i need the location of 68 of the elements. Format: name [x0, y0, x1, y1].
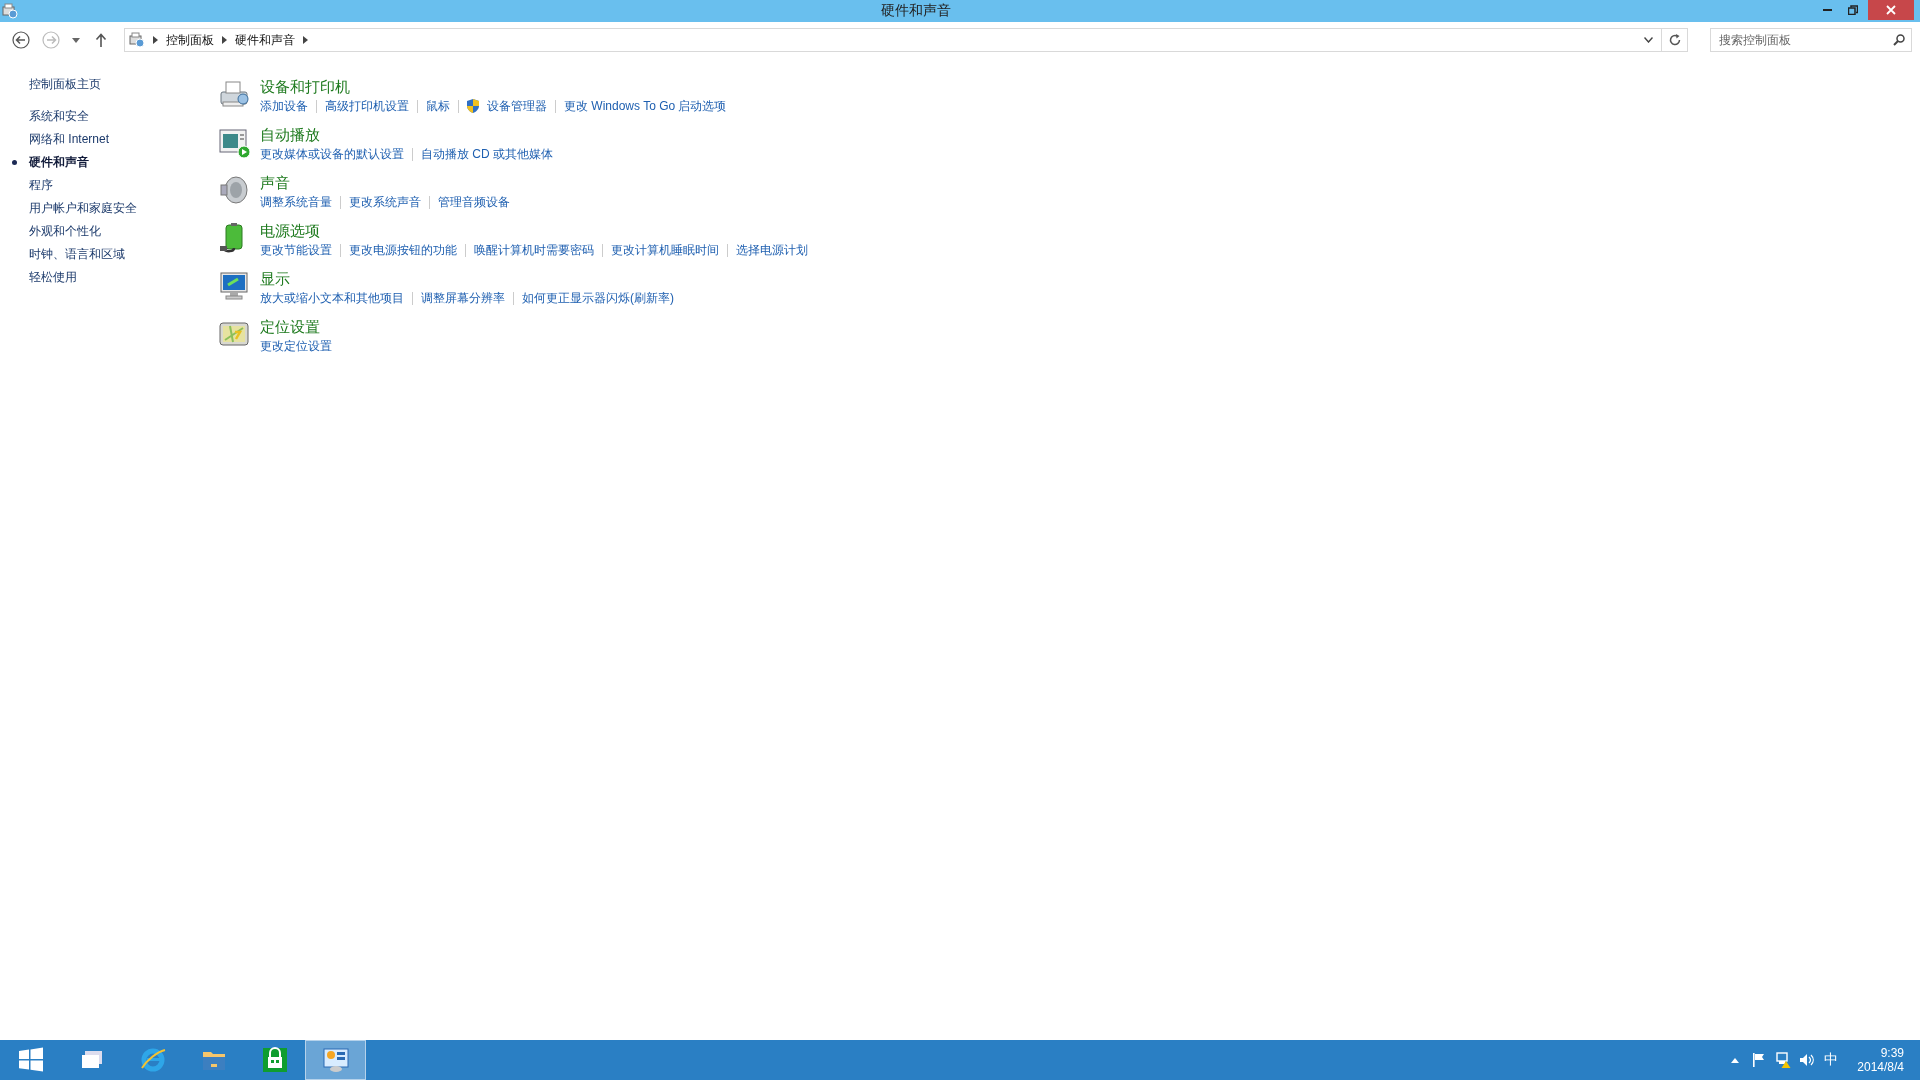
task-link[interactable]: 添加设备: [260, 98, 308, 114]
up-arrow-icon: [95, 33, 107, 47]
category-link[interactable]: 显示: [260, 270, 674, 288]
task-link[interactable]: 唤醒计算机时需要密码: [474, 242, 594, 258]
search-icon: [1893, 34, 1905, 46]
input-method-button[interactable]: 中: [1821, 1045, 1842, 1075]
clock[interactable]: 9:39 2014/8/4: [1853, 1046, 1908, 1074]
task-link[interactable]: 更改 Windows To Go 启动选项: [564, 98, 727, 114]
category-link[interactable]: 声音: [260, 174, 510, 192]
task-link[interactable]: 自动播放 CD 或其他媒体: [421, 146, 553, 162]
task-link[interactable]: 高级打印机设置: [325, 98, 409, 114]
window-title: 硬件和声音: [880, 2, 952, 20]
breadcrumb[interactable]: 控制面板: [166, 31, 214, 49]
control-panel-icon: [129, 32, 145, 48]
category-link[interactable]: 设备和打印机: [260, 78, 727, 96]
task-link[interactable]: 选择电源计划: [736, 242, 808, 258]
task-link[interactable]: 更改电源按钮的功能: [349, 242, 457, 258]
printer-icon: [218, 78, 250, 110]
network-warning-icon: [1775, 1052, 1792, 1068]
category-link[interactable]: 电源选项: [260, 222, 808, 240]
sidebar-item[interactable]: 时钟、语言和区域: [29, 246, 125, 263]
flag-icon: [1752, 1053, 1767, 1067]
category-link[interactable]: 自动播放: [260, 126, 553, 144]
speaker-icon: [218, 174, 250, 206]
minimize-icon: [1822, 9, 1832, 11]
chevron-icon: [153, 36, 158, 44]
task-link[interactable]: 管理音频设备: [438, 194, 510, 210]
task-link[interactable]: 更改系统声音: [349, 194, 421, 210]
close-icon: [1886, 5, 1896, 15]
sidebar-item[interactable]: 硬件和声音: [29, 154, 89, 171]
task-link[interactable]: 更改计算机睡眠时间: [611, 242, 719, 258]
sidebar-item[interactable]: 程序: [29, 177, 53, 194]
search-field[interactable]: 搜索控制面板: [1710, 28, 1912, 52]
control-panel-button[interactable]: [305, 1040, 366, 1080]
chevron-icon: [222, 36, 227, 44]
category-link[interactable]: 定位设置: [260, 318, 332, 336]
dropdown-icon: [1644, 37, 1653, 43]
autoplay-icon: [218, 126, 250, 158]
task-link[interactable]: 鼠标: [426, 98, 450, 114]
clock-date: 2014/8/4: [1857, 1060, 1904, 1074]
task-link[interactable]: 设备管理器: [487, 98, 547, 114]
sidebar-item[interactable]: 外观和个性化: [29, 223, 101, 240]
address-bar[interactable]: 控制面板 硬件和声音: [124, 28, 1688, 52]
task-link[interactable]: 更改定位设置: [260, 338, 332, 354]
sidebar-item[interactable]: 轻松使用: [29, 269, 77, 286]
task-link[interactable]: 放大或缩小文本和其他项目: [260, 290, 404, 306]
sidebar-item[interactable]: 网络和 Internet: [29, 131, 110, 148]
task-link[interactable]: 调整系统音量: [260, 194, 332, 210]
sidebar-item[interactable]: 用户帐户和家庭安全: [29, 200, 137, 217]
sidebar-item[interactable]: 系统和安全: [29, 108, 89, 125]
monitor-icon: [218, 270, 250, 302]
up-caret-icon: [1731, 1057, 1740, 1063]
breadcrumb[interactable]: 硬件和声音: [235, 31, 295, 49]
restore-icon: [1848, 5, 1858, 15]
task-link[interactable]: 如何更正显示器闪烁(刷新率): [522, 290, 674, 306]
speaker-icon: [1799, 1053, 1816, 1067]
chevron-icon: [303, 36, 308, 44]
task-link[interactable]: 更改节能设置: [260, 242, 332, 258]
clock-time: 9:39: [1880, 1046, 1904, 1060]
task-link[interactable]: 更改媒体或设备的默认设置: [260, 146, 404, 162]
control-panel-icon: [2, 3, 18, 19]
control-panel-icon: [321, 1046, 350, 1074]
close-button[interactable]: [1868, 0, 1914, 20]
windows-logo-icon: [16, 1046, 45, 1074]
sidebar-link[interactable]: 控制面板主页: [29, 76, 212, 93]
task-link[interactable]: 调整屏幕分辨率: [421, 290, 505, 306]
refresh-icon: [1668, 34, 1681, 46]
caret-icon: [72, 37, 80, 43]
